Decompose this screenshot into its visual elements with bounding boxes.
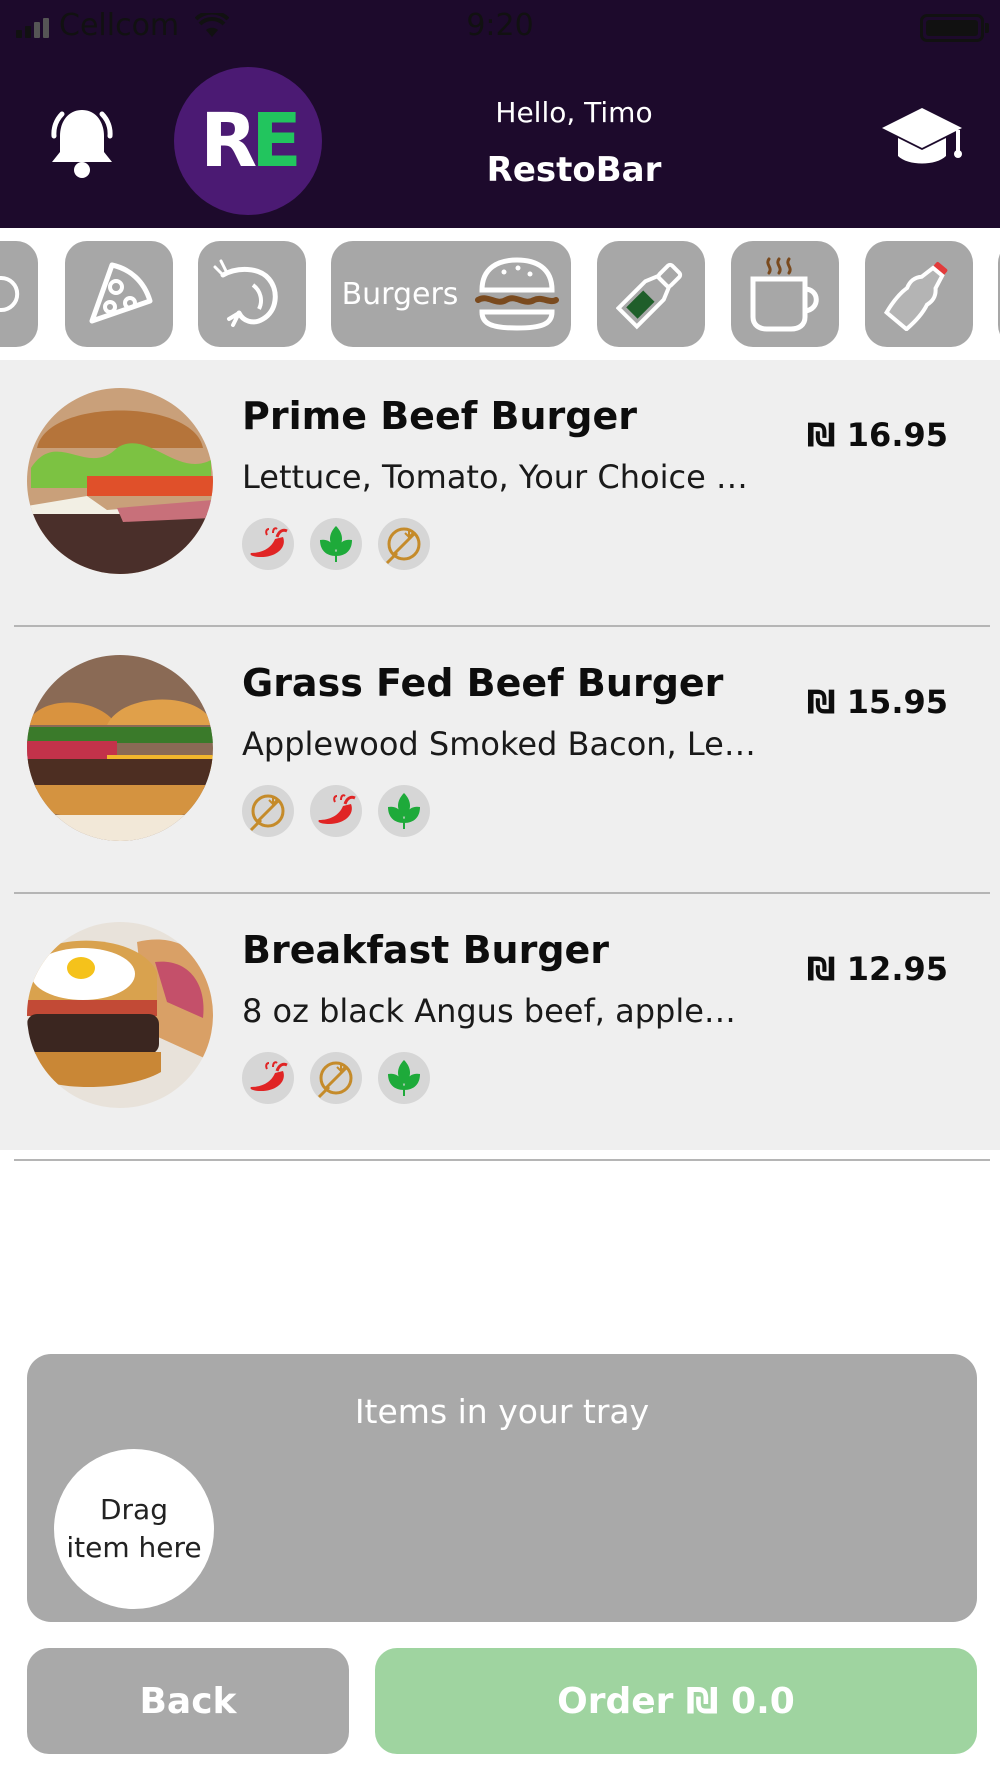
item-name: Grass Fed Beef Burger — [242, 661, 724, 705]
category-pizza[interactable] — [65, 241, 173, 347]
category-seafood[interactable] — [198, 241, 306, 347]
item-price: ₪ 16.95 — [806, 416, 948, 454]
restobar-logo: RE — [174, 67, 322, 215]
pizza-icon — [89, 262, 153, 324]
burger-photo — [27, 655, 213, 841]
item-name: Prime Beef Burger — [242, 394, 637, 438]
burger-photo — [27, 922, 213, 1108]
greeting-text: Hello, Timo — [495, 96, 653, 129]
order-button[interactable]: Order ₪ 0.0 — [375, 1648, 977, 1754]
status-bar: Cellcom 9:20 — [0, 0, 1000, 56]
burger-icon — [475, 257, 560, 331]
vegan-icon — [378, 1052, 430, 1104]
item-price: ₪ 12.95 — [806, 950, 948, 988]
notification-bell-icon[interactable] — [42, 100, 122, 182]
item-price: ₪ 15.95 — [806, 683, 948, 721]
gluten-free-icon — [310, 1052, 362, 1104]
menu-item[interactable]: Prime Beef Burger Lettuce, Tomato, Your … — [0, 360, 1000, 627]
spicy-icon — [242, 1052, 294, 1104]
category-burgers-label: Burgers — [341, 276, 459, 312]
diet-badges — [242, 1052, 430, 1104]
menu-list: Prime Beef Burger Lettuce, Tomato, Your … — [0, 360, 1000, 1161]
diet-badges — [242, 785, 430, 837]
category-bar: Burgers — [0, 228, 1000, 360]
status-time: 9:20 — [466, 8, 534, 43]
divider — [14, 1159, 990, 1161]
coffee-cup-icon — [750, 257, 819, 332]
circle-icon — [0, 276, 20, 312]
category-burgers[interactable]: Burgers — [331, 241, 571, 347]
diet-badges — [242, 518, 430, 570]
category-partial[interactable] — [0, 241, 38, 347]
menu-item[interactable]: Breakfast Burger 8 oz black Angus beef, … — [0, 894, 1000, 1161]
vegan-icon — [310, 518, 362, 570]
order-tray[interactable]: Items in your tray Drag item here — [27, 1354, 977, 1622]
category-hot-drinks[interactable] — [731, 241, 839, 347]
spicy-icon — [310, 785, 362, 837]
category-soft-drinks[interactable] — [865, 241, 973, 347]
app-header: Cellcom 9:20 RE Hello, Timo RestoBar — [0, 0, 1000, 228]
gluten-free-icon — [242, 785, 294, 837]
shrimp-icon — [213, 259, 278, 327]
bottle-icon — [616, 262, 683, 330]
menu-item[interactable]: Grass Fed Beef Burger Applewood Smoked B… — [0, 627, 1000, 894]
battery-icon — [920, 14, 989, 42]
soda-bottle-icon — [883, 261, 948, 331]
item-name: Breakfast Burger — [242, 928, 610, 972]
item-description: 8 oz black Angus beef, applewood smoked … — [242, 992, 762, 1030]
gluten-free-icon — [378, 518, 430, 570]
item-description: Lettuce, Tomato, Your Choice of Cheese, … — [242, 458, 762, 496]
brand-name: RestoBar — [486, 150, 662, 190]
back-button[interactable]: Back — [27, 1648, 349, 1754]
burger-photo — [27, 388, 213, 574]
spicy-icon — [242, 518, 294, 570]
category-beer[interactable] — [597, 241, 705, 347]
tray-title: Items in your tray — [354, 1392, 650, 1431]
vegan-icon — [378, 785, 430, 837]
item-description: Applewood Smoked Bacon, Lettuce, Tomato,… — [242, 725, 762, 763]
graduation-cap-icon[interactable] — [880, 104, 964, 176]
drag-drop-zone[interactable]: Drag item here — [54, 1449, 214, 1609]
